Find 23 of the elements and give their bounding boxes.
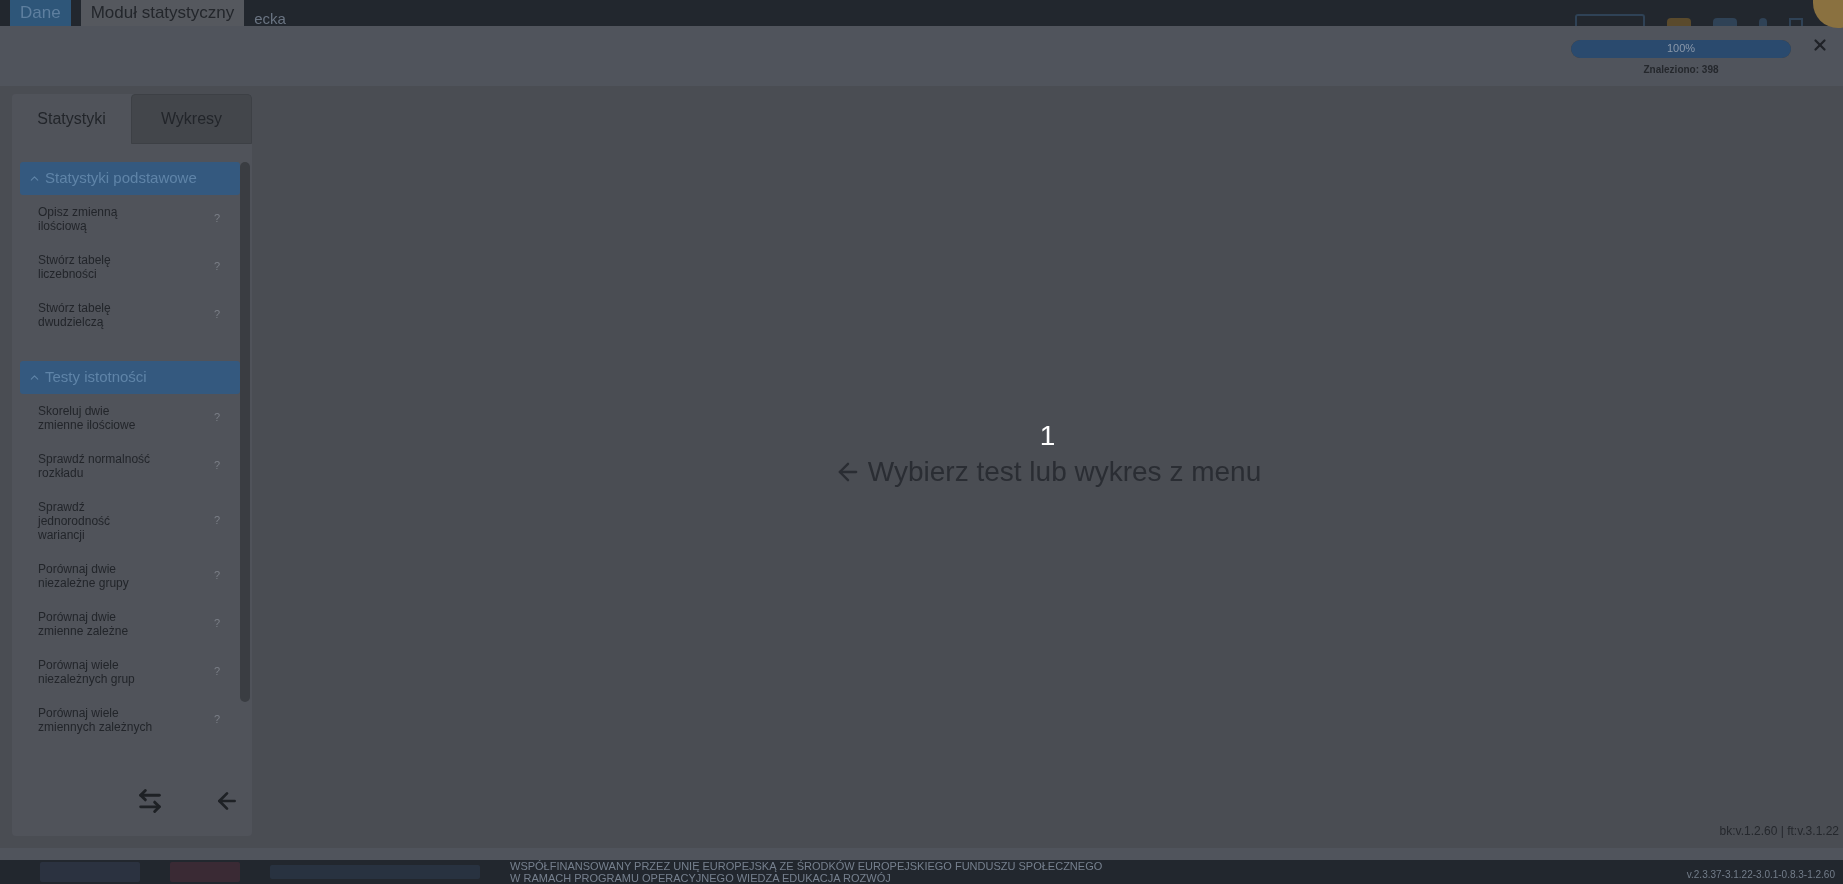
help-mark[interactable]: ?	[213, 615, 220, 632]
help-mark[interactable]: ?	[213, 306, 220, 323]
toolbar-icon[interactable]	[1759, 17, 1767, 26]
funding-text: WSPÓŁFINANSOWANY PRZEZ UNIĘ EUROPEJSKĄ ZE ŚRODKÓW EUROPEJSKIEGO FUNDUSZU SPOŁECZNEGO	[510, 859, 1103, 872]
logo-icon	[170, 861, 240, 882]
help-mark[interactable]: ?	[213, 567, 220, 584]
funding-text: W RAMACH PROGRAMU OPERACYJNEGO WIEDZA EDUKACJA ROZWÓJ	[510, 871, 892, 884]
page-title-fragment: ecka	[254, 11, 286, 26]
toolbar-icon[interactable]	[1713, 17, 1737, 26]
swap-button[interactable]	[136, 786, 164, 815]
help-mark[interactable]: ?	[213, 258, 220, 275]
help-mark[interactable]: ?	[213, 409, 220, 426]
help-mark[interactable]: ?	[213, 457, 220, 474]
progress-label: 100%	[1665, 41, 1697, 57]
scrollbar[interactable]	[240, 161, 250, 702]
help-mark[interactable]: ?	[213, 210, 220, 227]
app-version: v.2.3.37-3.1.22-3.0.1-0.8.3-1.2.60	[1686, 868, 1835, 882]
logo-icon	[40, 861, 140, 882]
help-mark[interactable]: ?	[213, 663, 220, 680]
help-mark[interactable]: ?	[213, 711, 220, 728]
help-mark[interactable]: ?	[213, 512, 220, 529]
toolbar-icon[interactable]	[1667, 17, 1691, 26]
step-number: 1	[1039, 420, 1056, 451]
